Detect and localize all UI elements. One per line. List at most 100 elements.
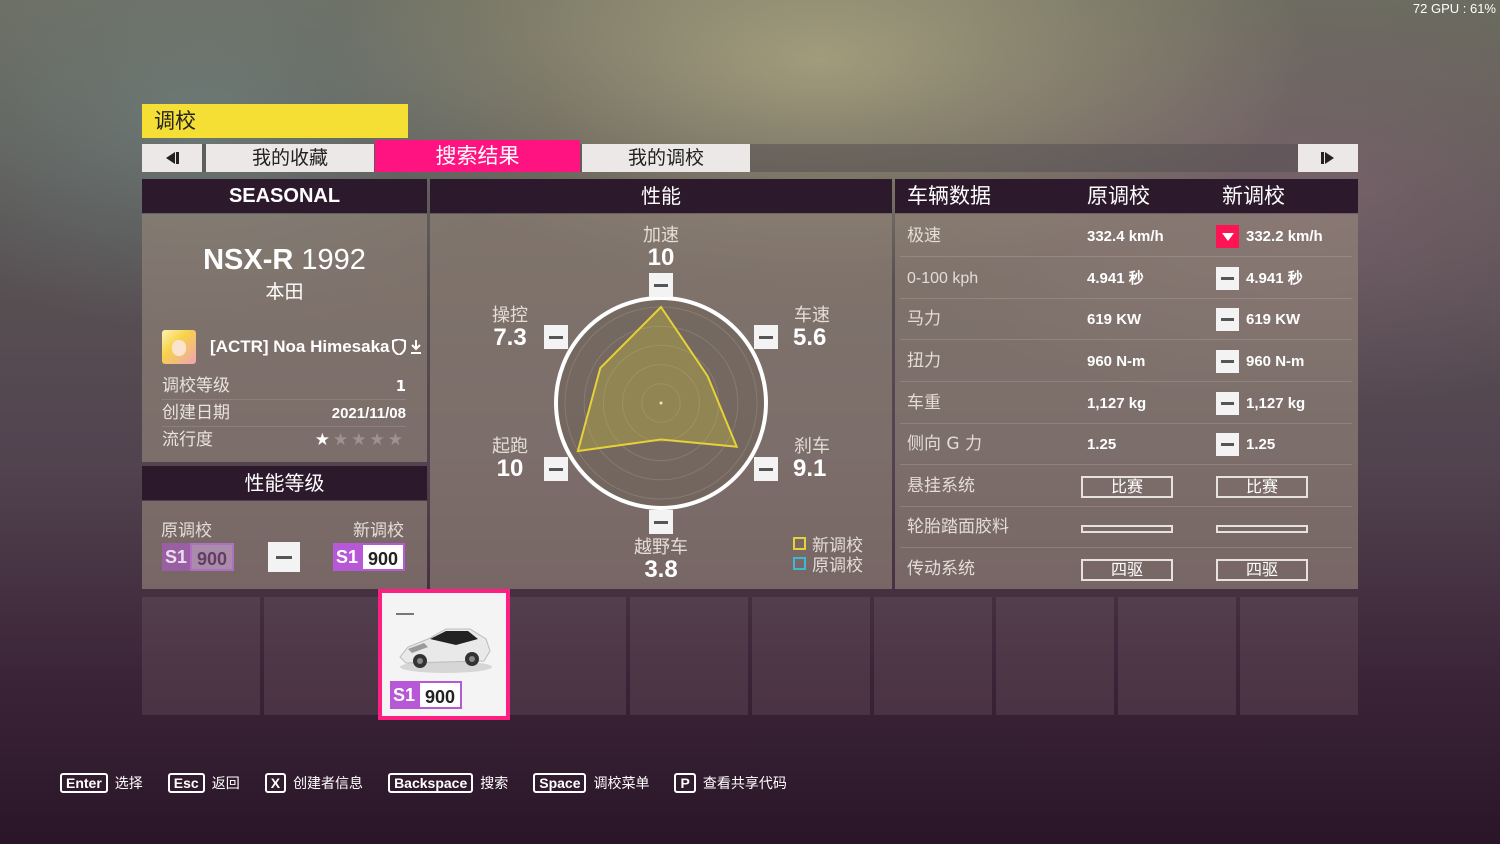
result-slot[interactable] — [508, 597, 626, 715]
stat-launch: 起跑 10 — [470, 437, 550, 481]
legend-swatch-blue — [793, 557, 806, 570]
performance-radar-chart — [554, 296, 768, 510]
row-new-value: 4.941 秒 — [1246, 270, 1303, 287]
popularity-label: 流行度 — [162, 430, 213, 450]
tab-favorites[interactable]: 我的收藏 — [206, 144, 374, 172]
key-space[interactable]: Space — [533, 773, 587, 793]
row-new-value: 332.2 km/h — [1246, 228, 1323, 245]
arrow-right-icon — [1321, 152, 1334, 164]
car-card-inner: S1 900 — [382, 593, 506, 716]
equal-icon — [268, 542, 300, 572]
result-slot[interactable] — [142, 597, 260, 715]
row-label: 马力 — [907, 309, 941, 329]
popularity-stars: ★★★★★ — [315, 427, 406, 454]
row-original-value: 960 N-m — [1087, 353, 1146, 370]
pi-new-badge: S1 900 — [333, 543, 405, 571]
car-make: 本田 — [265, 281, 304, 303]
equal-icon — [1216, 392, 1239, 415]
screen-title: 调校 — [142, 104, 408, 138]
stat-value: 7.3 — [493, 324, 527, 351]
performance-header: 性能 — [430, 179, 892, 213]
result-slot[interactable] — [996, 597, 1114, 715]
hint-share-code: 查看共享代码 — [702, 776, 787, 792]
star-empty-icon: ★ — [369, 430, 388, 450]
stat-offroad: 越野车 3.8 — [611, 538, 711, 582]
result-slot[interactable] — [1118, 597, 1236, 715]
tab-my-tunes[interactable]: 我的调校 — [582, 144, 750, 172]
row-top-speed: 极速 332.4 km/h 332.2 km/h — [900, 216, 1352, 257]
pi-value: 900 — [418, 681, 462, 709]
key-esc[interactable]: Esc — [167, 773, 205, 793]
row-label: 轮胎踏面胶料 — [907, 517, 1009, 537]
stat-value: 5.6 — [793, 324, 827, 351]
key-backspace[interactable]: Backspace — [388, 773, 474, 793]
stat-value: 10 — [647, 244, 675, 271]
row-label: 0-100 kph — [907, 270, 979, 287]
stat-speed-indicator — [754, 325, 778, 349]
tab-next-button[interactable] — [1298, 144, 1358, 172]
star-empty-icon: ★ — [333, 430, 352, 450]
row-new-value: 619 KW — [1246, 311, 1301, 328]
stat-label: 车速 — [794, 305, 830, 326]
legend-swatch-yellow — [793, 537, 806, 550]
result-slot[interactable] — [752, 597, 870, 715]
key-enter[interactable]: Enter — [60, 773, 108, 793]
row-new-value — [1216, 525, 1308, 533]
result-slot[interactable] — [630, 597, 748, 715]
creator-name: [ACTR] Noa Himesaka — [210, 337, 390, 356]
pi-class: S1 — [162, 543, 190, 571]
legend-label: 原调校 — [812, 556, 863, 576]
stat-label: 加速 — [643, 225, 679, 246]
arrow-left-icon — [166, 152, 179, 164]
control-hints: Enter 选择 Esc 返回 X 创建者信息 Backspace 搜索 Spa… — [60, 772, 812, 794]
hint-back: 返回 — [211, 776, 240, 792]
stat-label: 操控 — [492, 305, 528, 326]
col-original-header: 原调校 — [1087, 184, 1150, 208]
stat-value: 3.8 — [644, 556, 678, 583]
row-label: 侧向 G 力 — [907, 434, 982, 454]
pi-value: 900 — [361, 543, 405, 571]
hint-search: 搜索 — [480, 776, 509, 792]
car-name: NSX-R 1992 — [142, 244, 427, 277]
equal-icon — [396, 613, 414, 615]
avatar — [162, 330, 196, 364]
stat-speed: 车速 5.6 — [772, 306, 852, 350]
tab-search-results[interactable]: 搜索结果 — [375, 140, 580, 172]
star-empty-icon: ★ — [351, 430, 370, 450]
row-label: 传动系统 — [907, 559, 975, 579]
row-new-value: 960 N-m — [1246, 353, 1305, 370]
stat-braking-indicator — [754, 457, 778, 481]
row-label: 悬挂系统 — [907, 476, 975, 496]
creator-row[interactable]: [ACTR] Noa Himesaka — [162, 330, 422, 364]
row-new-value: 四驱 — [1216, 559, 1308, 581]
pi-value: 900 — [190, 543, 234, 571]
stat-label: 越野车 — [634, 537, 688, 558]
stat-launch-indicator — [544, 457, 568, 481]
stat-value: 9.1 — [793, 455, 827, 482]
row-new-value: 1.25 — [1246, 436, 1276, 453]
created-date-row: 创建日期 2021/11/08 — [162, 400, 406, 427]
result-slot[interactable] — [874, 597, 992, 715]
row-tire-compound: 轮胎踏面胶料 — [900, 507, 1352, 548]
key-x[interactable]: X — [264, 773, 287, 793]
key-p[interactable]: P — [674, 773, 696, 793]
row-original-value: 619 KW — [1087, 311, 1142, 328]
pi-class: S1 — [390, 681, 418, 709]
result-slot[interactable] — [264, 597, 382, 715]
row-torque: 扭力 960 N-m 960 N-m — [900, 341, 1352, 382]
row-original-value: 4.941 秒 — [1087, 270, 1144, 287]
shield-icon — [391, 339, 406, 355]
stat-label: 起跑 — [492, 436, 528, 457]
row-label: 极速 — [907, 226, 941, 246]
selected-tune-card[interactable]: S1 900 — [378, 589, 510, 720]
row-label: 车重 — [907, 393, 941, 413]
stat-value: 10 — [496, 455, 524, 482]
stat-offroad-indicator — [649, 510, 673, 534]
equal-icon — [1216, 267, 1239, 290]
hint-select: 选择 — [114, 776, 143, 792]
tab-prev-button[interactable] — [142, 144, 202, 172]
row-new-value: 比赛 — [1216, 476, 1308, 498]
row-original-value: 332.4 km/h — [1087, 228, 1164, 245]
result-slot[interactable] — [1240, 597, 1358, 715]
tune-category-header: SEASONAL — [142, 179, 427, 213]
